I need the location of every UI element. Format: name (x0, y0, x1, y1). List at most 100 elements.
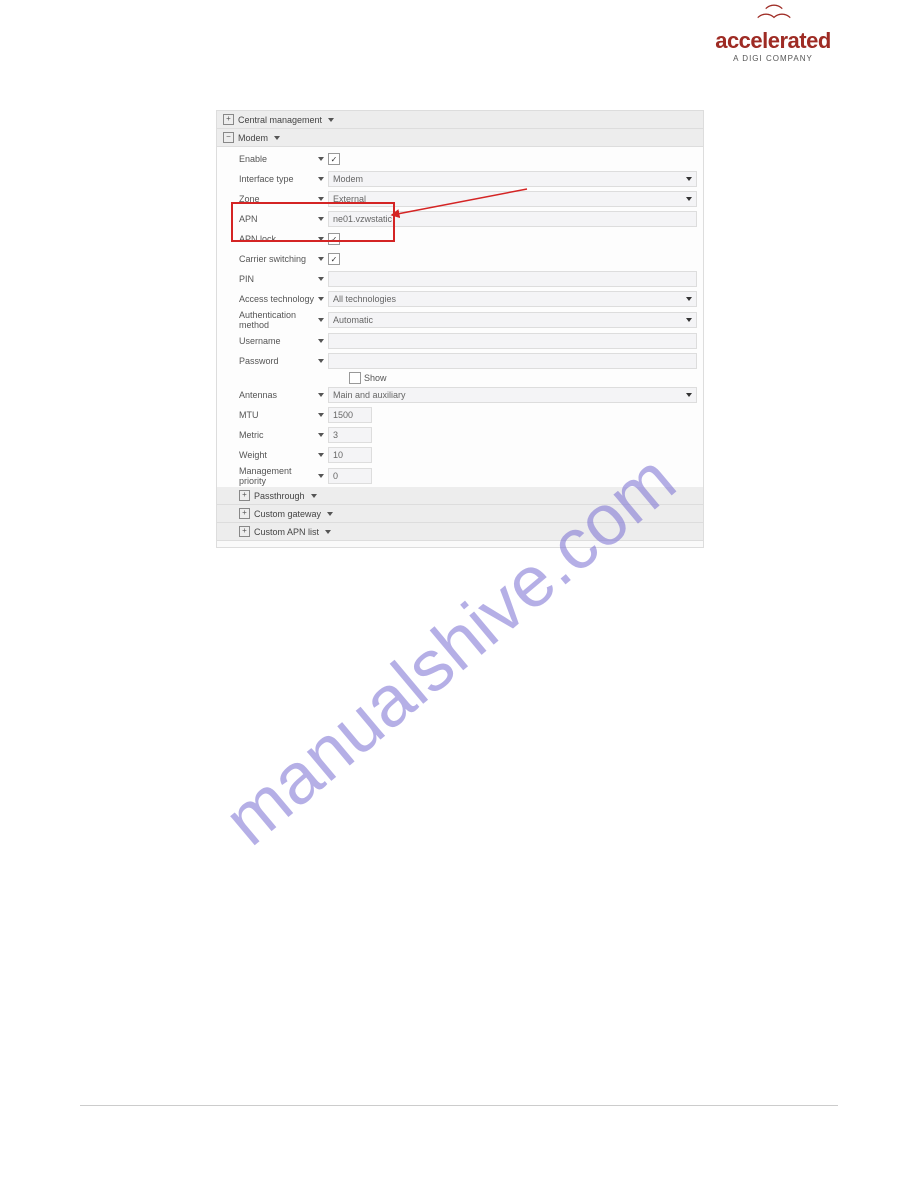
row-apn-lock: APN lock ✓ (217, 229, 703, 249)
section-custom-apn-list[interactable]: + Custom APN list (217, 523, 703, 541)
username-input[interactable] (328, 333, 697, 349)
apn-lock-checkbox[interactable]: ✓ (328, 233, 340, 245)
metric-input[interactable]: 3 (328, 427, 372, 443)
section-label: Custom gateway (254, 509, 321, 519)
chevron-down-icon[interactable] (318, 393, 324, 397)
field-label: Authentication method (239, 310, 316, 330)
select-value: Modem (333, 174, 363, 184)
chevron-down-icon[interactable] (318, 474, 324, 478)
logo-text: accelerated (708, 28, 838, 54)
section-central-management[interactable]: + Central management (217, 111, 703, 129)
chevron-down-icon (686, 393, 692, 397)
row-mgmt-priority: Management priority 0 (217, 465, 703, 487)
show-label: Show (364, 373, 387, 383)
field-label: MTU (239, 410, 259, 420)
chevron-down-icon[interactable] (318, 237, 324, 241)
pin-input[interactable] (328, 271, 697, 287)
row-metric: Metric 3 (217, 425, 703, 445)
row-zone: Zone External (217, 189, 703, 209)
field-label: Enable (239, 154, 267, 164)
weight-input[interactable]: 10 (328, 447, 372, 463)
chevron-down-icon[interactable] (318, 433, 324, 437)
chevron-down-icon[interactable] (318, 177, 324, 181)
row-password: Password (217, 351, 703, 371)
zone-select[interactable]: External (328, 191, 697, 207)
chevron-down-icon (686, 177, 692, 181)
field-label: Metric (239, 430, 264, 440)
chevron-down-icon[interactable] (318, 277, 324, 281)
field-label: Username (239, 336, 281, 346)
carrier-switching-checkbox[interactable]: ✓ (328, 253, 340, 265)
interface-type-select[interactable]: Modem (328, 171, 697, 187)
chevron-down-icon (274, 136, 280, 140)
field-label: Antennas (239, 390, 277, 400)
chevron-down-icon[interactable] (318, 257, 324, 261)
field-label: Carrier switching (239, 254, 306, 264)
logo-arc-icon: ⌒⌒⌒ (708, 10, 838, 28)
row-weight: Weight 10 (217, 445, 703, 465)
section-label: Central management (238, 115, 322, 125)
show-password-checkbox[interactable] (349, 372, 361, 384)
chevron-down-icon (327, 512, 333, 516)
chevron-down-icon[interactable] (318, 413, 324, 417)
chevron-down-icon[interactable] (318, 157, 324, 161)
chevron-down-icon[interactable] (318, 453, 324, 457)
apn-input[interactable]: ne01.vzwstatic (328, 211, 697, 227)
expand-icon[interactable]: + (223, 114, 234, 125)
chevron-down-icon[interactable] (318, 197, 324, 201)
row-auth-method: Authentication method Automatic (217, 309, 703, 331)
access-technology-select[interactable]: All technologies (328, 291, 697, 307)
field-label: APN (239, 214, 258, 224)
logo-subtext: A DIGI COMPANY (708, 54, 838, 63)
field-label: Weight (239, 450, 267, 460)
section-passthrough[interactable]: + Passthrough (217, 487, 703, 505)
chevron-down-icon (328, 118, 334, 122)
section-modem[interactable]: − Modem (217, 129, 703, 147)
expand-icon[interactable]: + (239, 490, 250, 501)
expand-icon[interactable]: + (239, 526, 250, 537)
field-label: Password (239, 356, 279, 366)
password-input[interactable] (328, 353, 697, 369)
chevron-down-icon (325, 530, 331, 534)
expand-icon[interactable]: + (239, 508, 250, 519)
field-label: Zone (239, 194, 260, 204)
section-label: Modem (238, 133, 268, 143)
chevron-down-icon[interactable] (318, 339, 324, 343)
antennas-select[interactable]: Main and auxiliary (328, 387, 697, 403)
chevron-down-icon (686, 197, 692, 201)
chevron-down-icon (686, 318, 692, 322)
select-value: All technologies (333, 294, 396, 304)
mgmt-priority-input[interactable]: 0 (328, 468, 372, 484)
select-value: Automatic (333, 315, 373, 325)
chevron-down-icon (311, 494, 317, 498)
auth-method-select[interactable]: Automatic (328, 312, 697, 328)
config-screenshot: + Central management − Modem Enable ✓ In… (216, 110, 704, 548)
row-pin: PIN (217, 269, 703, 289)
row-enable: Enable ✓ (217, 149, 703, 169)
row-apn: APN ne01.vzwstatic (217, 209, 703, 229)
select-value: External (333, 194, 366, 204)
chevron-down-icon[interactable] (318, 359, 324, 363)
field-label: Management priority (239, 466, 316, 486)
field-label: Access technology (239, 294, 314, 304)
row-mtu: MTU 1500 (217, 405, 703, 425)
row-username: Username (217, 331, 703, 351)
section-label: Custom APN list (254, 527, 319, 537)
brand-logo: ⌒⌒⌒ accelerated A DIGI COMPANY (708, 10, 838, 63)
mtu-input[interactable]: 1500 (328, 407, 372, 423)
enable-checkbox[interactable]: ✓ (328, 153, 340, 165)
chevron-down-icon[interactable] (318, 318, 324, 322)
row-show-password: Show (217, 371, 703, 385)
section-custom-gateway[interactable]: + Custom gateway (217, 505, 703, 523)
select-value: Main and auxiliary (333, 390, 406, 400)
footer-divider (80, 1105, 838, 1106)
chevron-down-icon[interactable] (318, 217, 324, 221)
field-label: Interface type (239, 174, 294, 184)
row-access-technology: Access technology All technologies (217, 289, 703, 309)
collapse-icon[interactable]: − (223, 132, 234, 143)
field-label: PIN (239, 274, 254, 284)
section-label: Passthrough (254, 491, 305, 501)
chevron-down-icon[interactable] (318, 297, 324, 301)
row-carrier-switching: Carrier switching ✓ (217, 249, 703, 269)
modem-form: Enable ✓ Interface type Modem Zone Exter… (217, 147, 703, 487)
